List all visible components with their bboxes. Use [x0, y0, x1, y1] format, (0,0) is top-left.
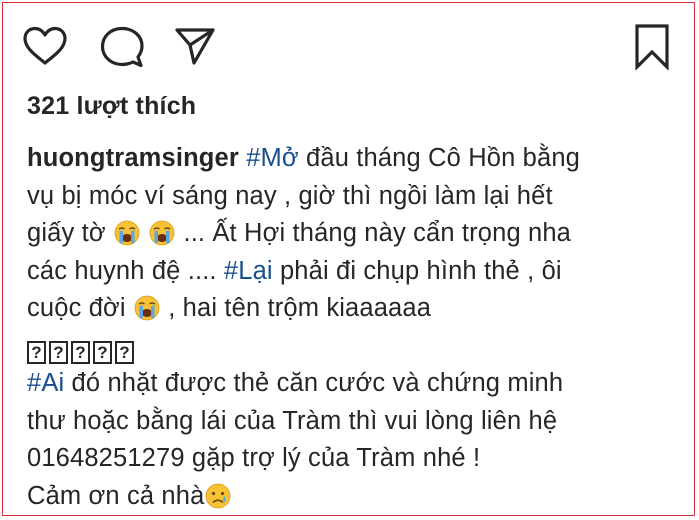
caption-text: Cảm ơn cả nhà: [27, 481, 205, 510]
caption-line-4: các huynh đệ .... #Lại phải đi chụp hình…: [27, 253, 677, 291]
crying-face-emoji-icon: [114, 220, 140, 246]
caption-text: đầu tháng Cô Hồn bằng: [298, 144, 580, 172]
hashtag-link[interactable]: #Ai: [27, 369, 64, 397]
missing-glyph-box: ?: [115, 340, 134, 364]
post-action-bar: [22, 22, 678, 72]
caption-line-2: vụ bị móc ví sáng nay , giờ thì ngồi làm…: [27, 178, 677, 216]
missing-glyph-box: ?: [71, 340, 90, 364]
caption-line-1: huongtramsinger #Mở đầu tháng Cô Hồn bằn…: [27, 140, 677, 178]
crying-face-emoji-icon: [149, 220, 175, 246]
caption-line-8: thư hoặc bằng lái của Tràm thì vui lòng …: [27, 403, 677, 441]
caption-line-6: ?????: [27, 328, 677, 366]
hashtag-link[interactable]: #Mở: [246, 144, 299, 172]
missing-glyph-box: ?: [27, 340, 46, 364]
caption-text: ... Ất Hợi tháng này cẩn trọng nha: [176, 219, 572, 247]
post-caption: huongtramsinger #Mở đầu tháng Cô Hồn bằn…: [27, 140, 677, 515]
username-link[interactable]: huongtramsinger: [27, 144, 239, 172]
crying-face-emoji-icon: [134, 295, 160, 321]
like-count[interactable]: 321 lượt thích: [27, 92, 196, 121]
caption-text: , hai tên trộm kiaaaaaa: [160, 294, 432, 322]
caption-text: đó nhặt được thẻ căn cước và chứng minh: [64, 369, 564, 397]
paper-plane-icon[interactable]: [174, 26, 216, 66]
missing-glyph-box: ?: [49, 340, 68, 364]
missing-glyph-box: ?: [93, 340, 112, 364]
caption-text: 01648251279 gặp trợ lý của Tràm nhé !: [27, 444, 481, 472]
caption-text: giấy tờ: [27, 219, 113, 247]
caption-text: thư hoặc bằng lái của Tràm thì vui lòng …: [27, 406, 558, 435]
caption-line-7: #Ai đó nhặt được thẻ căn cước và chứng m…: [27, 365, 677, 403]
caption-text: cuộc đời: [27, 294, 133, 322]
sad-crying-face-emoji-icon: [205, 483, 231, 509]
caption-line-10: Cảm ơn cả nhà: [27, 478, 677, 516]
comment-icon[interactable]: [100, 26, 144, 68]
caption-line-9: 01648251279 gặp trợ lý của Tràm nhé !: [27, 440, 677, 478]
hashtag-link[interactable]: #Lại: [224, 257, 273, 285]
bookmark-icon[interactable]: [634, 24, 670, 70]
caption-line-3: giấy tờ ... Ất Hợi tháng này cẩn trọng n…: [27, 215, 677, 253]
caption-text: các huynh đệ ....: [27, 256, 224, 285]
missing-glyph-boxes: ?????: [27, 340, 134, 364]
caption-text: vụ bị móc ví sáng nay , giờ thì ngồi làm…: [27, 181, 553, 210]
caption-text: phải đi chụp hình thẻ , ôi: [272, 256, 562, 285]
heart-icon[interactable]: [22, 26, 68, 66]
caption-line-5: cuộc đời , hai tên trộm kiaaaaaa: [27, 290, 677, 328]
